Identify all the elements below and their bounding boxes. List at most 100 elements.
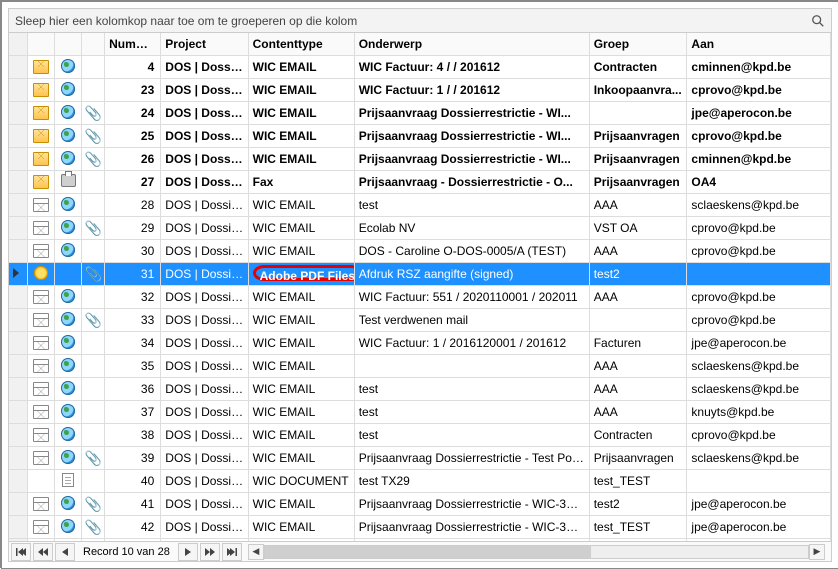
header-project[interactable]: Project <box>161 33 248 56</box>
table-row[interactable]: 📎39DOS | Dossierr...WIC EMAILPrijsaanvra… <box>9 447 831 470</box>
nav-prev-page-button[interactable] <box>33 543 53 561</box>
cell-contenttype-text: Fax <box>253 175 274 189</box>
cell-project: DOS | Dossierr... <box>161 332 248 355</box>
paperclip-icon: 📎 <box>84 519 101 535</box>
table-row[interactable]: 38DOS | Dossierr...WIC EMAILtestContract… <box>9 424 831 447</box>
table-row[interactable]: 📎29DOS | Dossierr...WIC EMAILEcolab NVVS… <box>9 217 831 240</box>
header-groep[interactable]: Groep <box>589 33 687 56</box>
header-marker <box>9 33 28 56</box>
header-onderwerp[interactable]: Onderwerp <box>354 33 589 56</box>
cell-contenttype-text: WIC EMAIL <box>253 497 316 511</box>
table-row[interactable]: 37DOS | Dossierr...WIC EMAILtestAAAknuyt… <box>9 401 831 424</box>
table-row[interactable]: 40DOS | Dossierr...WIC DOCUMENTtest TX29… <box>9 470 831 493</box>
cell-attachment-icon <box>82 194 105 217</box>
row-marker <box>9 125 28 148</box>
cell-project: DOS | Dossi... <box>161 171 248 194</box>
cell-project: DOS | Dossierr... <box>161 470 248 493</box>
hscroll-left-arrow[interactable]: ◀ <box>248 544 264 560</box>
cell-contenttype: WIC EMAIL <box>248 102 354 125</box>
envelope-open-icon <box>33 290 49 304</box>
cell-type-icon <box>55 355 82 378</box>
cell-project: DOS | Dossierr... <box>161 401 248 424</box>
header-icon2[interactable] <box>55 33 82 56</box>
paperclip-icon: 📎 <box>84 151 101 167</box>
table-row[interactable]: 27DOS | Dossi...FaxPrijsaanvraag - Dossi… <box>9 171 831 194</box>
cell-groep: Prijsaanvragen <box>589 447 687 470</box>
cell-nummer: 32 <box>105 286 161 309</box>
cell-attachment-icon: 📎 <box>82 309 105 332</box>
table-row[interactable]: 📎42DOS | Dossierr...WIC EMAILPrijsaanvra… <box>9 516 831 539</box>
envelope-open-icon <box>33 428 49 442</box>
cell-project: DOS | Dossierr... <box>161 447 248 470</box>
group-by-panel[interactable]: Sleep hier een kolomkop naar toe om te g… <box>8 8 832 32</box>
cell-contenttype: WIC DOCUMENT <box>248 470 354 493</box>
header-icon1[interactable] <box>28 33 55 56</box>
nav-prev-button[interactable] <box>55 543 75 561</box>
envelope-open-icon <box>33 497 49 511</box>
header-aan[interactable]: Aan <box>687 33 831 56</box>
globe-icon <box>61 128 75 142</box>
header-icon3[interactable] <box>82 33 105 56</box>
cell-project: DOS | Dossierr... <box>161 194 248 217</box>
table-row[interactable]: 📎31DOS | Dossierr...Adobe PDF FilesAfdru… <box>9 263 831 286</box>
cell-contenttype: WIC EMAIL <box>248 493 354 516</box>
table-row[interactable]: 📎41DOS | Dossierr...WIC EMAILPrijsaanvra… <box>9 493 831 516</box>
row-marker <box>9 309 28 332</box>
cell-nummer: 42 <box>105 516 161 539</box>
cell-groep: AAA <box>589 401 687 424</box>
table-row[interactable]: 30DOS | Dossierr...WIC EMAILDOS - Caroli… <box>9 240 831 263</box>
cell-aan: cprovo@kpd.be <box>687 286 831 309</box>
row-marker <box>9 401 28 424</box>
envelope-open-icon <box>33 336 49 350</box>
cell-nummer: 36 <box>105 378 161 401</box>
globe-icon <box>61 105 75 119</box>
nav-next-button[interactable] <box>178 543 198 561</box>
cell-groep: Inkoopaanvra... <box>589 79 687 102</box>
cell-contenttype: WIC EMAIL <box>248 309 354 332</box>
cell-type-icon <box>55 56 82 79</box>
header-nummer[interactable]: Nummer <box>105 33 161 56</box>
table-row[interactable]: 36DOS | Dossierr...WIC EMAILtestAAAsclae… <box>9 378 831 401</box>
row-marker <box>9 148 28 171</box>
data-grid[interactable]: Nummer Project Contenttype Onderwerp Gro… <box>8 32 832 542</box>
table-row[interactable]: 35DOS | Dossierr...WIC EMAILAAAsclaesken… <box>9 355 831 378</box>
hscroll-track[interactable] <box>264 545 809 559</box>
cell-groep: test2 <box>589 263 687 286</box>
hscroll-right-arrow[interactable]: ▶ <box>809 544 825 560</box>
cell-nummer: 29 <box>105 217 161 240</box>
cell-aan <box>687 263 831 286</box>
cell-status-icon <box>28 79 55 102</box>
nav-last-button[interactable] <box>222 543 242 561</box>
search-icon[interactable] <box>811 14 825 28</box>
hscroll-thumb[interactable] <box>265 546 591 558</box>
envelope-open-icon <box>33 451 49 465</box>
nav-next-page-button[interactable] <box>200 543 220 561</box>
table-row[interactable]: 📎24DOS | Dossi...WIC EMAILPrijsaanvraag … <box>9 102 831 125</box>
table-row[interactable]: 📎25DOS | Dossi...WIC EMAILPrijsaanvraag … <box>9 125 831 148</box>
cell-status-icon <box>28 56 55 79</box>
horizontal-scrollbar[interactable]: ◀ ▶ <box>244 544 829 560</box>
globe-icon <box>61 519 75 533</box>
envelope-closed-icon <box>33 175 49 189</box>
cell-status-icon <box>28 217 55 240</box>
cell-groep: Contracten <box>589 56 687 79</box>
table-row[interactable]: 📎33DOS | Dossierr...WIC EMAILTest verdwe… <box>9 309 831 332</box>
cell-type-icon <box>55 493 82 516</box>
cell-contenttype-text: WIC EMAIL <box>253 60 317 74</box>
table-row[interactable]: 📎26DOS | Dossi...WIC EMAILPrijsaanvraag … <box>9 148 831 171</box>
table-row[interactable]: 4DOS | Dossi...WIC EMAILWIC Factuur: 4 /… <box>9 56 831 79</box>
nav-first-button[interactable] <box>11 543 31 561</box>
group-by-hint: Sleep hier een kolomkop naar toe om te g… <box>15 14 811 28</box>
table-row[interactable]: 23DOS | Dossi...WIC EMAILWIC Factuur: 1 … <box>9 79 831 102</box>
cell-attachment-icon: 📎 <box>82 148 105 171</box>
cell-contenttype: WIC EMAIL <box>248 194 354 217</box>
cell-nummer: 41 <box>105 493 161 516</box>
cell-contenttype: WIC EMAIL <box>248 125 354 148</box>
table-row[interactable]: 34DOS | Dossierr...WIC EMAILWIC Factuur:… <box>9 332 831 355</box>
cell-groep <box>589 309 687 332</box>
header-contenttype[interactable]: Contenttype <box>248 33 354 56</box>
cell-onderwerp: Ecolab NV <box>354 217 589 240</box>
table-row[interactable]: 28DOS | Dossierr...WIC EMAILtestAAAsclae… <box>9 194 831 217</box>
table-row[interactable]: 32DOS | Dossierr...WIC EMAILWIC Factuur:… <box>9 286 831 309</box>
cell-groep: test_TEST <box>589 516 687 539</box>
